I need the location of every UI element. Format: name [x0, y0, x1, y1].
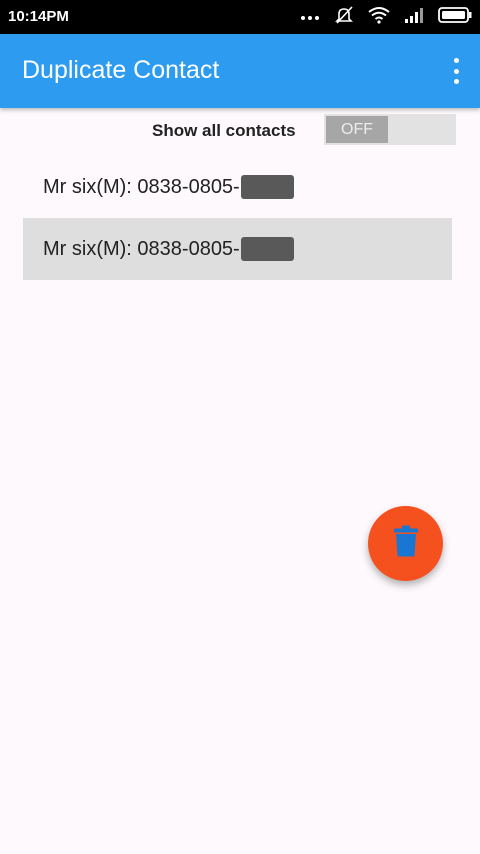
contact-list: Mr six(M): 0838-0805- Mr six(M): 0838-08… [23, 156, 452, 280]
signal-icon [404, 7, 424, 28]
show-all-contacts-toggle[interactable]: OFF [324, 114, 456, 145]
contact-label: Mr six(M): 0838-0805- [43, 175, 240, 198]
battery-icon [438, 6, 472, 28]
delete-fab-button[interactable] [368, 506, 443, 581]
contact-item[interactable]: Mr six(M): 0838-0805- [23, 218, 452, 280]
muted-icon [334, 5, 354, 30]
toggle-thumb: OFF [326, 116, 388, 143]
contact-item[interactable]: Mr six(M): 0838-0805- [23, 156, 452, 218]
redacted-number [240, 175, 294, 199]
app-bar: Duplicate Contact [0, 34, 480, 108]
status-bar: 10:14PM [0, 0, 480, 34]
contact-entry: Mr six(M): 0838-0805- [23, 237, 294, 261]
show-all-contacts-row: Show all contacts OFF [0, 114, 480, 146]
show-all-contacts-label: Show all contacts [152, 121, 296, 140]
wifi-icon [368, 6, 390, 29]
dots-icon [300, 8, 320, 26]
status-time: 10:14PM [8, 8, 69, 25]
overflow-menu-icon[interactable] [446, 56, 466, 86]
status-icons [300, 5, 472, 30]
redacted-number [240, 237, 294, 261]
trash-icon [393, 525, 419, 562]
contact-entry: Mr six(M): 0838-0805- [23, 175, 294, 199]
contact-label: Mr six(M): 0838-0805- [43, 237, 240, 260]
app-title: Duplicate Contact [22, 56, 220, 84]
